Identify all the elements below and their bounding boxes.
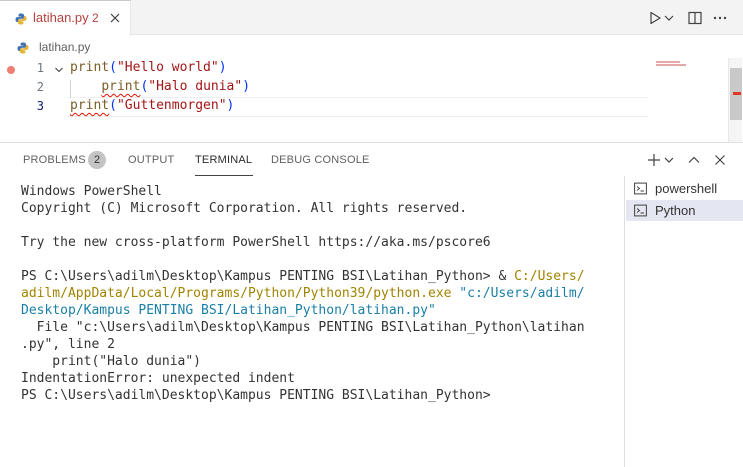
terminal-arg-path: Desktop/Kampus PENTING BSI/Latihan_Pytho…	[21, 303, 436, 318]
code-line-1[interactable]: print("Hello world")	[70, 60, 227, 75]
bottom-panel: PROBLEMS 2 OUTPUT TERMINAL DEBUG CONSOLE…	[0, 142, 743, 467]
minimap-line	[656, 64, 686, 66]
python-file-icon	[15, 13, 27, 25]
terminal-exe-path: C:/Users/	[514, 269, 585, 284]
terminal-line: Windows PowerShell	[21, 184, 162, 199]
code-paren: (	[109, 98, 117, 113]
breadcrumb-file[interactable]: latihan.py	[39, 40, 90, 54]
code-paren: )	[218, 60, 227, 75]
terminal-list-label: Python	[655, 203, 696, 218]
terminal-icon	[634, 204, 647, 217]
terminal-traceback: File "c:\Users\adilm\Desktop\Kampus PENT…	[21, 320, 585, 335]
code-function-error: print	[101, 79, 141, 94]
terminal-list-item-powershell[interactable]: powershell	[626, 178, 743, 199]
code-string: "Hello world"	[116, 60, 219, 75]
tab-terminal[interactable]: TERMINAL	[195, 154, 252, 166]
chevron-down-icon[interactable]	[53, 64, 65, 76]
tab-latihan-py[interactable]: latihan.py 2	[0, 0, 131, 36]
close-icon[interactable]	[108, 11, 122, 25]
line-number: 3	[36, 99, 44, 113]
plus-icon[interactable]	[646, 152, 662, 168]
problems-count-badge: 2	[88, 151, 106, 169]
terminal-list-item-python[interactable]: Python	[626, 200, 743, 221]
run-icon[interactable]	[647, 10, 663, 26]
terminal-output[interactable]: Windows PowerShell Copyright (C) Microso…	[21, 183, 621, 404]
terminal-exe-path: adilm/AppData/Local/Programs/Python/Pyth…	[21, 286, 452, 301]
error-ruler-mark	[733, 92, 741, 95]
split-editor-icon[interactable]	[687, 10, 703, 26]
tab-debug-console[interactable]: DEBUG CONSOLE	[271, 154, 370, 166]
line-number: 2	[36, 80, 44, 94]
terminal-prompt: PS C:\Users\adilm\Desktop\Kampus PENTING…	[21, 388, 491, 403]
code-string: "Guttenmorgen"	[116, 98, 227, 113]
code-function: print	[70, 60, 110, 75]
terminal-traceback: .py", line 2	[21, 337, 115, 352]
chevron-up-icon[interactable]	[686, 152, 702, 168]
terminal-icon	[634, 182, 647, 195]
code-line-3[interactable]: print("Guttenmorgen")	[70, 98, 234, 113]
code-line-2[interactable]: print("Halo dunia")	[70, 79, 250, 94]
tab-filename: latihan.py	[33, 10, 89, 25]
code-paren: )	[226, 98, 235, 113]
terminal-arg-path: "c:/Users/adilm/	[459, 286, 585, 301]
code-function-error: print	[70, 98, 110, 113]
terminal-prompt: PS C:\Users\adilm\Desktop\Kampus PENTING…	[21, 269, 499, 284]
terminal-line: Copyright (C) Microsoft Corporation. All…	[21, 201, 468, 216]
close-icon[interactable]	[712, 152, 728, 168]
minimap[interactable]	[656, 61, 680, 63]
more-icon[interactable]	[712, 10, 728, 26]
active-tab-indicator	[195, 175, 253, 176]
terminal-list-label: powershell	[655, 181, 718, 196]
python-file-icon	[17, 42, 29, 54]
terminal-error: IndentationError: unexpected indent	[21, 371, 295, 386]
editor-tab-bar: latihan.py 2	[0, 0, 743, 36]
tab-problems[interactable]: PROBLEMS	[23, 154, 86, 166]
chevron-down-icon[interactable]	[663, 10, 675, 26]
line-number: 1	[36, 61, 44, 75]
chevron-down-icon[interactable]	[663, 152, 675, 168]
terminal-command: &	[498, 269, 515, 284]
terminal-list: powershell Python	[624, 176, 743, 467]
terminal-line: Try the new cross-platform PowerShell ht…	[21, 235, 491, 250]
code-paren: )	[242, 79, 251, 94]
tab-output[interactable]: OUTPUT	[128, 154, 174, 166]
terminal-traceback: print("Halo dunia")	[21, 354, 202, 369]
code-string: "Halo dunia"	[148, 79, 243, 94]
tab-problem-count: 2	[92, 11, 99, 25]
code-paren: (	[109, 60, 117, 75]
